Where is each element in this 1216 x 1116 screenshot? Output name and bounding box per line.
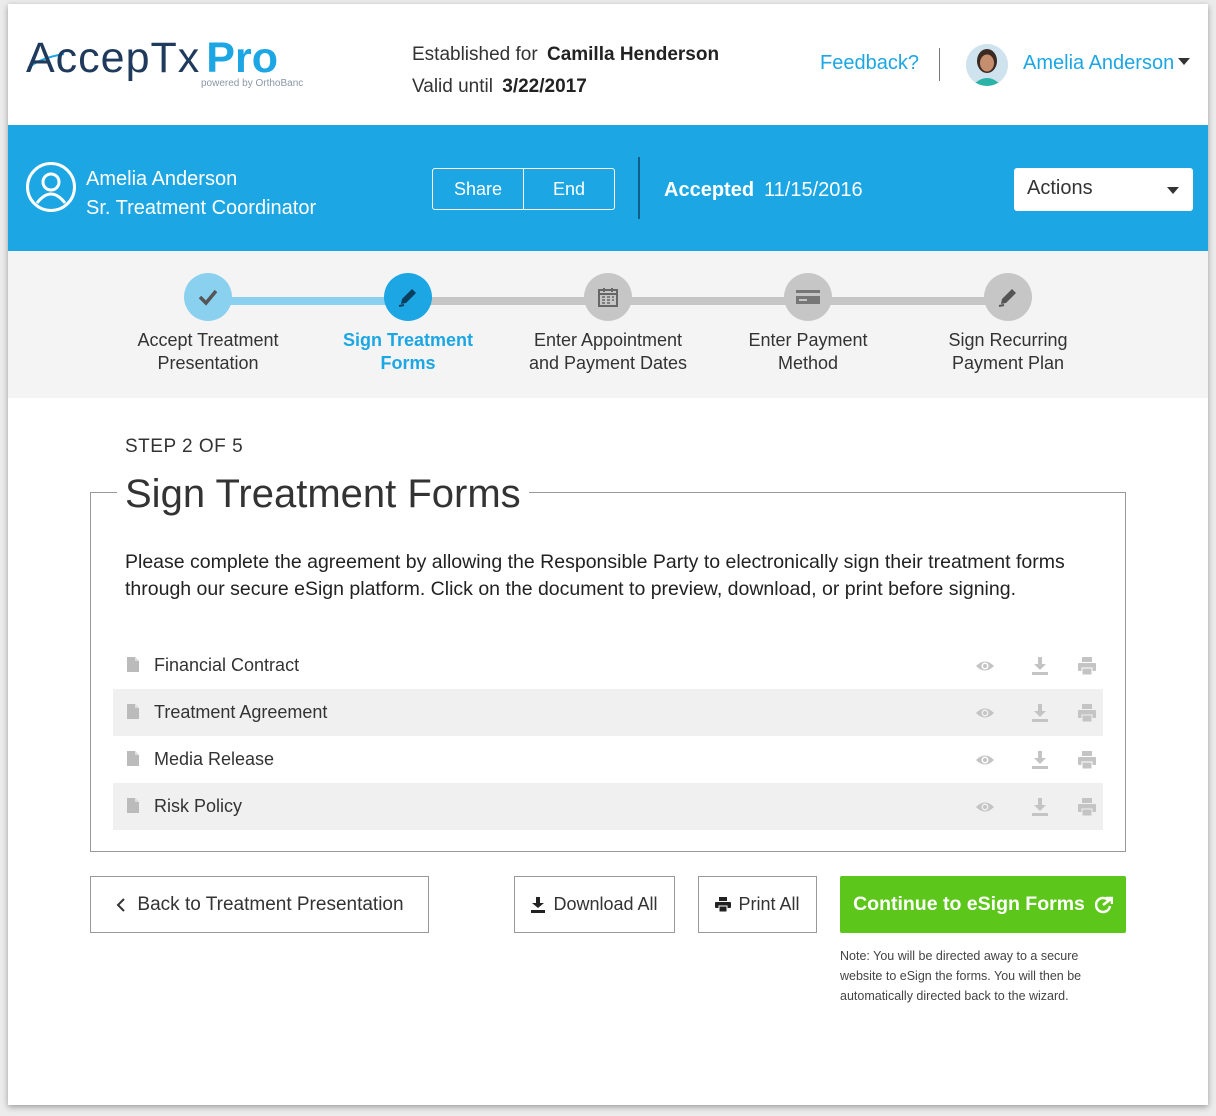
share-end-group: Share End — [432, 168, 615, 210]
file-icon — [127, 704, 139, 719]
print-icon[interactable] — [1077, 797, 1097, 817]
document-name[interactable]: Treatment Agreement — [154, 702, 327, 723]
back-button-label: Back to Treatment Presentation — [137, 893, 404, 915]
coordinator-name: Amelia Anderson — [86, 168, 238, 190]
wizard-stepper: Accept Treatment Presentation Sign Treatm… — [8, 251, 1208, 398]
patient-name: Camilla Henderson — [546, 44, 720, 65]
logo-tagline: powered by OrthoBanc — [201, 78, 304, 89]
step-recurring-plan[interactable]: Sign Recurring Payment Plan — [908, 273, 1108, 375]
print-all-button[interactable]: Print All — [698, 876, 817, 933]
file-icon — [127, 798, 139, 813]
preview-eye-icon[interactable] — [975, 750, 995, 770]
document-name[interactable]: Financial Contract — [154, 655, 299, 676]
acceptance-status: Accepted 11/15/2016 — [664, 179, 863, 202]
download-icon[interactable] — [1030, 750, 1050, 770]
acceptx-pro-logo[interactable]: AccepTx Pro powered by OrthoBanc — [26, 34, 326, 94]
user-menu-name[interactable]: Amelia Anderson — [1023, 52, 1174, 75]
download-all-label: Download All — [553, 894, 658, 914]
page-title: Sign Treatment Forms — [117, 472, 529, 517]
end-button[interactable]: End — [523, 169, 614, 209]
actions-label: Actions — [1027, 177, 1093, 199]
header-divider — [939, 48, 940, 81]
redirect-note: Note: You will be directed away to a sec… — [840, 949, 1082, 1003]
print-icon — [715, 897, 732, 912]
bar-divider — [638, 157, 640, 219]
feedback-link[interactable]: Feedback? — [820, 52, 919, 75]
print-icon[interactable] — [1077, 750, 1097, 770]
download-icon — [531, 896, 546, 913]
coordinator-bar: Amelia Anderson Sr. Treatment Coordinato… — [8, 125, 1208, 251]
valid-date: 3/22/2017 — [502, 76, 587, 97]
document-row[interactable]: Risk Policy — [113, 783, 1103, 830]
coordinator-info: Amelia Anderson Sr. Treatment Coordinato… — [86, 165, 316, 223]
user-menu-caret-icon[interactable] — [1178, 58, 1190, 65]
download-all-button[interactable]: Download All — [514, 876, 675, 933]
download-icon[interactable] — [1030, 797, 1050, 817]
pen-icon — [984, 273, 1032, 321]
file-icon — [127, 657, 139, 672]
back-button[interactable]: Back to Treatment Presentation — [90, 876, 429, 933]
top-header: AccepTx Pro powered by OrthoBanc Establis… — [8, 4, 1208, 125]
avatar-photo-icon — [966, 44, 1008, 86]
share-button[interactable]: Share — [433, 169, 523, 209]
document-row[interactable]: Media Release — [113, 736, 1103, 783]
logo-pro-text: Pro — [206, 34, 278, 82]
preview-eye-icon[interactable] — [975, 703, 995, 723]
download-icon[interactable] — [1030, 656, 1050, 676]
user-avatar[interactable] — [966, 44, 1008, 86]
status-label: Accepted — [664, 179, 755, 201]
logo-text: AccepTx — [26, 34, 201, 82]
user-circle-icon — [26, 162, 76, 212]
preview-eye-icon[interactable] — [975, 656, 995, 676]
document-list: Financial Contract Treatment Agreement M… — [113, 642, 1103, 830]
document-name[interactable]: Media Release — [154, 749, 274, 770]
app-window: AccepTx Pro powered by OrthoBanc Establis… — [8, 4, 1208, 1105]
check-icon — [184, 273, 232, 321]
instructions-text: Please complete the agreement by allowin… — [125, 551, 1065, 600]
preview-eye-icon[interactable] — [975, 797, 995, 817]
step-appointment-dates[interactable]: Enter Appointment and Payment Dates — [508, 273, 708, 375]
download-icon[interactable] — [1030, 703, 1050, 723]
plan-info: Established for Camilla Henderson Valid … — [412, 39, 719, 103]
document-name[interactable]: Risk Policy — [154, 796, 242, 817]
external-link-icon — [1094, 896, 1113, 913]
calendar-icon — [584, 273, 632, 321]
coordinator-role: Sr. Treatment Coordinator — [86, 197, 317, 219]
step-counter: STEP 2 OF 5 — [125, 436, 244, 457]
document-row[interactable]: Treatment Agreement — [113, 689, 1103, 736]
actions-dropdown[interactable]: Actions — [1014, 168, 1193, 211]
credit-card-icon — [784, 273, 832, 321]
print-all-label: Print All — [738, 894, 800, 914]
print-icon[interactable] — [1077, 703, 1097, 723]
continue-label: Continue to eSign Forms — [853, 893, 1085, 915]
continue-esign-button[interactable]: Continue to eSign Forms — [840, 876, 1126, 933]
valid-label: Valid until — [412, 76, 493, 97]
print-icon[interactable] — [1077, 656, 1097, 676]
chevron-down-icon — [1167, 187, 1179, 194]
step-payment-method[interactable]: Enter Payment Method — [708, 273, 908, 375]
file-icon — [127, 751, 139, 766]
document-row[interactable]: Financial Contract — [113, 642, 1103, 689]
status-date: 11/15/2016 — [764, 179, 863, 201]
pen-icon — [384, 273, 432, 321]
step-sign-forms[interactable]: Sign Treatment Forms — [308, 273, 508, 375]
step-accept-treatment[interactable]: Accept Treatment Presentation — [108, 273, 308, 375]
chevron-left-icon — [117, 897, 126, 912]
established-label: Established for — [412, 44, 538, 65]
